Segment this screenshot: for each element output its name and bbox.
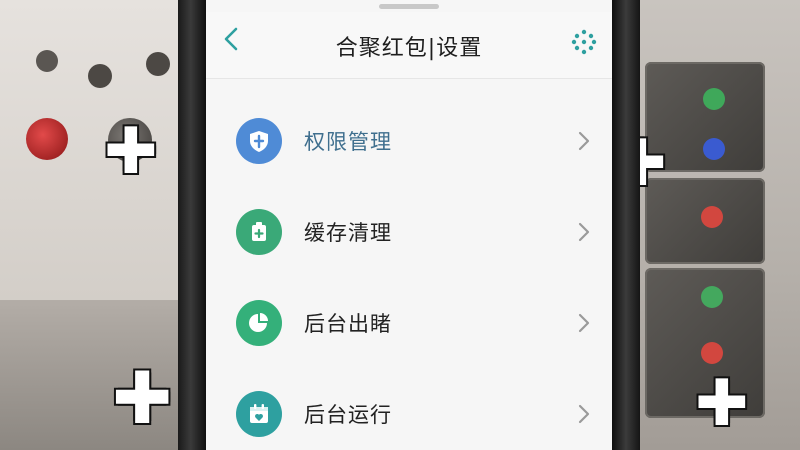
chevron-right-icon [576, 221, 592, 243]
settings-item-label: 权限管理 [304, 130, 392, 154]
settings-item-permissions[interactable]: 权限管理 [206, 90, 612, 181]
page-title: 合聚红包|设置 [335, 36, 483, 61]
dots-grid-icon [570, 29, 598, 60]
settings-list: 权限管理 缓存清理 后台出睹 后台运行 [206, 90, 612, 450]
camera-photo: ✚ ✚ ✚ ✚ 合 [0, 0, 800, 450]
plus-marker: ✚ [112, 356, 173, 440]
settings-item-label: 后台运行 [304, 403, 392, 427]
background-left: ✚ ✚ [0, 0, 190, 450]
background-right: ✚ ✚ [613, 0, 800, 450]
green-led [703, 88, 725, 110]
shield-icon [236, 118, 282, 164]
cleanup-icon [236, 209, 282, 255]
blue-led [703, 138, 725, 160]
chevron-left-icon [222, 26, 240, 56]
settings-item-background-run[interactable]: 后台运行 [206, 363, 612, 450]
dark-socket [88, 64, 112, 88]
phone-bezel-left [178, 0, 206, 450]
green-led [701, 286, 723, 308]
settings-item-label: 缓存清理 [304, 221, 392, 245]
settings-item-cache-cleanup[interactable]: 缓存清理 [206, 181, 612, 272]
phone-screen: 合聚红包|设置 权限管理 缓存清理 后台出睹 后台运行 [206, 0, 612, 450]
more-menu-button[interactable] [570, 28, 598, 56]
chevron-right-icon [576, 312, 592, 334]
red-led [701, 342, 723, 364]
pie-chart-icon [236, 300, 282, 346]
dark-socket [36, 50, 58, 72]
settings-item-label: 后台出睹 [304, 312, 392, 336]
notch-indicator [379, 4, 439, 9]
chevron-right-icon [576, 403, 592, 425]
plus-marker: ✚ [695, 367, 749, 441]
dark-socket [146, 52, 170, 76]
back-button[interactable] [216, 26, 246, 56]
red-knob [26, 118, 68, 160]
plus-marker: ✚ [104, 115, 158, 189]
calendar-icon [236, 391, 282, 437]
phone-bezel-right [612, 0, 640, 450]
chevron-right-icon [576, 130, 592, 152]
red-led [701, 206, 723, 228]
settings-item-background-show[interactable]: 后台出睹 [206, 272, 612, 363]
top-bar: 合聚红包|设置 [206, 12, 612, 79]
